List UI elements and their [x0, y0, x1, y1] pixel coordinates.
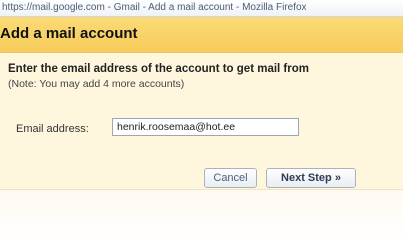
account-limit-note: (Note: You may add 4 more accounts) — [8, 78, 185, 90]
cancel-button[interactable]: Cancel — [204, 168, 257, 188]
email-address-input[interactable] — [112, 118, 299, 136]
window-title: https://mail.google.com - Gmail - Add a … — [2, 2, 307, 13]
dialog-body: Enter the email address of the account t… — [0, 53, 403, 189]
dialog-header: Add a mail account — [0, 17, 403, 53]
browser-window: https://mail.google.com - Gmail - Add a … — [0, 0, 403, 241]
email-address-label: Email address: — [16, 123, 89, 135]
instruction-text: Enter the email address of the account t… — [8, 63, 309, 75]
next-step-button[interactable]: Next Step » — [266, 168, 356, 188]
browser-titlebar: https://mail.google.com - Gmail - Add a … — [0, 0, 403, 17]
dialog-footer — [0, 189, 403, 241]
dialog-title: Add a mail account — [0, 25, 138, 42]
